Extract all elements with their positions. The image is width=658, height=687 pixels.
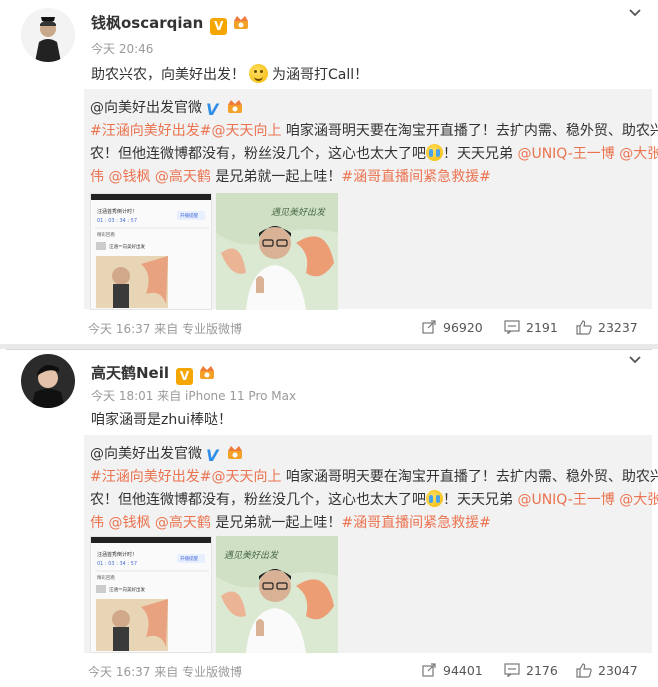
- post-footer: 今天 16:37 来自 专业版微博 94401 2176 23047: [84, 655, 652, 685]
- username-text[interactable]: 钱枫oscarqian: [91, 14, 203, 32]
- svg-text:汪涵首秀倒计时！: 汪涵首秀倒计时！: [97, 208, 137, 215]
- svg-text:精彩回看: 精彩回看: [97, 231, 115, 238]
- thumbs-up-icon: [576, 319, 592, 335]
- repost-text-part: 农！但他连微博都没有，粉丝没几个，这心也太大了吧: [90, 492, 426, 508]
- comment-button[interactable]: 2191: [504, 318, 558, 336]
- svg-text:遇见美好出发: 遇见美好出发: [224, 550, 279, 561]
- image-thumbnail[interactable]: 汪涵首秀倒计时！ 01 : 03 : 34 : 57 开播提醒 精彩回看 汪涵＝…: [90, 193, 212, 310]
- crying-emoji-icon: [426, 490, 443, 507]
- repost-author-name[interactable]: @向美好出发官微: [90, 446, 202, 462]
- mention-link[interactable]: @钱枫: [104, 515, 150, 531]
- crown-badge-icon: [228, 446, 242, 459]
- chevron-down-icon[interactable]: [628, 353, 642, 367]
- repost-count: 94401: [443, 662, 483, 678]
- repost-count: 96920: [443, 319, 483, 335]
- post-time[interactable]: 今天 20:46: [91, 40, 153, 57]
- repost-text-part: 是兄弟就一起上哇！: [210, 515, 342, 531]
- repost-author[interactable]: @向美好出发官微 V: [90, 97, 244, 118]
- repost-text-part: 咱家涵哥明天要在淘宝开直播了！去扩内需、稳外贸、助农兴: [281, 123, 658, 139]
- post-footer: 今天 16:37 来自 专业版微博 96920 2191 23237: [84, 312, 652, 342]
- image-thumbnail[interactable]: 汪涵首秀倒计时！ 01 : 03 : 34 : 57 开播提醒 精彩回看 汪涵＝…: [90, 536, 212, 653]
- svg-text:01 : 03 : 34 : 57: 01 : 03 : 34 : 57: [97, 561, 137, 567]
- reposted-content: @向美好出发官微 V #汪涵向美好出发#@天天向上 咱家涵哥明天要在淘宝开直播了！…: [84, 435, 658, 653]
- post-border: [6, 349, 652, 350]
- comment-count: 2191: [526, 319, 558, 335]
- verified-blue-badge-icon: V: [206, 100, 219, 119]
- smile-emoji-icon: [249, 64, 268, 83]
- svg-text:汪涵首秀倒计时！: 汪涵首秀倒计时！: [97, 551, 137, 558]
- repost-button[interactable]: 96920: [422, 318, 483, 336]
- mention-link[interactable]: @高天鹤: [150, 169, 211, 185]
- mention-link[interactable]: 伟: [90, 169, 104, 185]
- repost-author[interactable]: @向美好出发官微 V: [90, 443, 244, 464]
- svg-text:汪涵＝向美好出发: 汪涵＝向美好出发: [109, 243, 145, 250]
- comment-count: 2176: [526, 662, 558, 678]
- mention-link[interactable]: @UNIQ-王一博: [517, 146, 614, 162]
- post-text-part: 助农兴农，向美好出发！: [91, 67, 245, 83]
- svg-text:开播提醒: 开播提醒: [180, 212, 198, 219]
- mention-link[interactable]: @高天鹤: [150, 515, 211, 531]
- svg-text:01 : 03 : 34 : 57: 01 : 03 : 34 : 57: [97, 218, 137, 224]
- repost-source[interactable]: 今天 16:37 来自 专业版微博: [88, 320, 242, 337]
- verified-badge-icon: V: [210, 18, 228, 35]
- repost-source[interactable]: 今天 16:37 来自 专业版微博: [88, 663, 242, 680]
- crown-badge-icon: [234, 16, 249, 29]
- repost-author-name[interactable]: @向美好出发官微: [90, 100, 202, 116]
- avatar[interactable]: [21, 8, 75, 62]
- svg-text:遇见美好出发: 遇见美好出发: [271, 207, 326, 218]
- repost-text-part: ！天天兄弟: [443, 146, 518, 162]
- svg-text:开播提醒: 开播提醒: [180, 555, 198, 562]
- image-thumbnail[interactable]: 遇见美好出发: [216, 536, 338, 653]
- username[interactable]: 高天鹤Neil V: [91, 362, 216, 385]
- username[interactable]: 钱枫oscarqian V: [91, 12, 250, 35]
- post-text-part: 为涵哥打Call！: [272, 67, 369, 83]
- comment-button[interactable]: 2176: [504, 661, 558, 679]
- image-thumbnail[interactable]: 遇见美好出发: [216, 193, 338, 310]
- hashtag-link[interactable]: #汪涵向美好出发#: [90, 123, 211, 139]
- crown-badge-icon: [228, 100, 242, 113]
- post-text: 咱家涵哥是zhui棒哒！: [91, 412, 232, 428]
- repost-text: #汪涵向美好出发#@天天向上 咱家涵哥明天要在淘宝开直播了！去扩内需、稳外贸、助…: [90, 120, 658, 189]
- repost-text-part: ！天天兄弟: [443, 492, 518, 508]
- like-count: 23047: [598, 662, 638, 678]
- like-button[interactable]: 23237: [576, 318, 638, 336]
- weibo-post: 钱枫oscarqian V 今天 20:46 助农兴农，向美好出发！ 为涵哥打Cal…: [6, 0, 658, 344]
- post-text: 助农兴农，向美好出发！ 为涵哥打Call！: [91, 64, 368, 84]
- hashtag-link[interactable]: #涵哥直播间紧急救援#: [341, 169, 490, 185]
- repost-button[interactable]: 94401: [422, 661, 483, 679]
- repost-text-part: 农！但他连微博都没有，粉丝没几个，这心也太大了吧: [90, 146, 426, 162]
- username-text[interactable]: 高天鹤Neil: [91, 364, 169, 382]
- like-button[interactable]: 23047: [576, 661, 638, 679]
- crown-badge-icon: [200, 366, 215, 379]
- repost-text-part: 咱家涵哥明天要在淘宝开直播了！去扩内需、稳外贸、助农兴: [281, 469, 658, 485]
- mention-link[interactable]: @钱枫: [104, 169, 150, 185]
- svg-text:精彩回看: 精彩回看: [97, 574, 115, 581]
- mention-link[interactable]: @UNIQ-王一博: [517, 492, 614, 508]
- post-time[interactable]: 今天 18:01 来自 iPhone 11 Pro Max: [91, 387, 296, 404]
- thumbs-up-icon: [576, 662, 592, 678]
- mention-link[interactable]: 伟: [90, 515, 104, 531]
- share-icon: [422, 320, 436, 334]
- repost-text-part: 是兄弟就一起上哇！: [210, 169, 342, 185]
- mention-link[interactable]: @大张: [615, 492, 658, 508]
- verified-blue-badge-icon: V: [206, 446, 219, 465]
- like-count: 23237: [598, 319, 638, 335]
- reposted-content: @向美好出发官微 V #汪涵向美好出发#@天天向上 咱家涵哥明天要在淘宝开直播了！…: [84, 89, 658, 310]
- comment-icon: [504, 320, 520, 334]
- share-icon: [422, 663, 436, 677]
- verified-badge-icon: V: [176, 368, 194, 385]
- mention-link[interactable]: @大张: [615, 146, 658, 162]
- repost-text: #汪涵向美好出发#@天天向上 咱家涵哥明天要在淘宝开直播了！去扩内需、稳外贸、助…: [90, 466, 658, 535]
- chevron-down-icon[interactable]: [628, 6, 642, 20]
- crying-emoji-icon: [426, 144, 443, 161]
- svg-text:汪涵＝向美好出发: 汪涵＝向美好出发: [109, 586, 145, 593]
- hashtag-link[interactable]: #汪涵向美好出发#: [90, 469, 211, 485]
- weibo-post: 高天鹤Neil V 今天 18:01 来自 iPhone 11 Pro Max 咱…: [6, 349, 658, 687]
- comment-icon: [504, 663, 520, 677]
- mention-link[interactable]: @天天向上: [211, 123, 281, 139]
- avatar[interactable]: [21, 354, 75, 408]
- mention-link[interactable]: @天天向上: [211, 469, 281, 485]
- hashtag-link[interactable]: #涵哥直播间紧急救援#: [341, 515, 490, 531]
